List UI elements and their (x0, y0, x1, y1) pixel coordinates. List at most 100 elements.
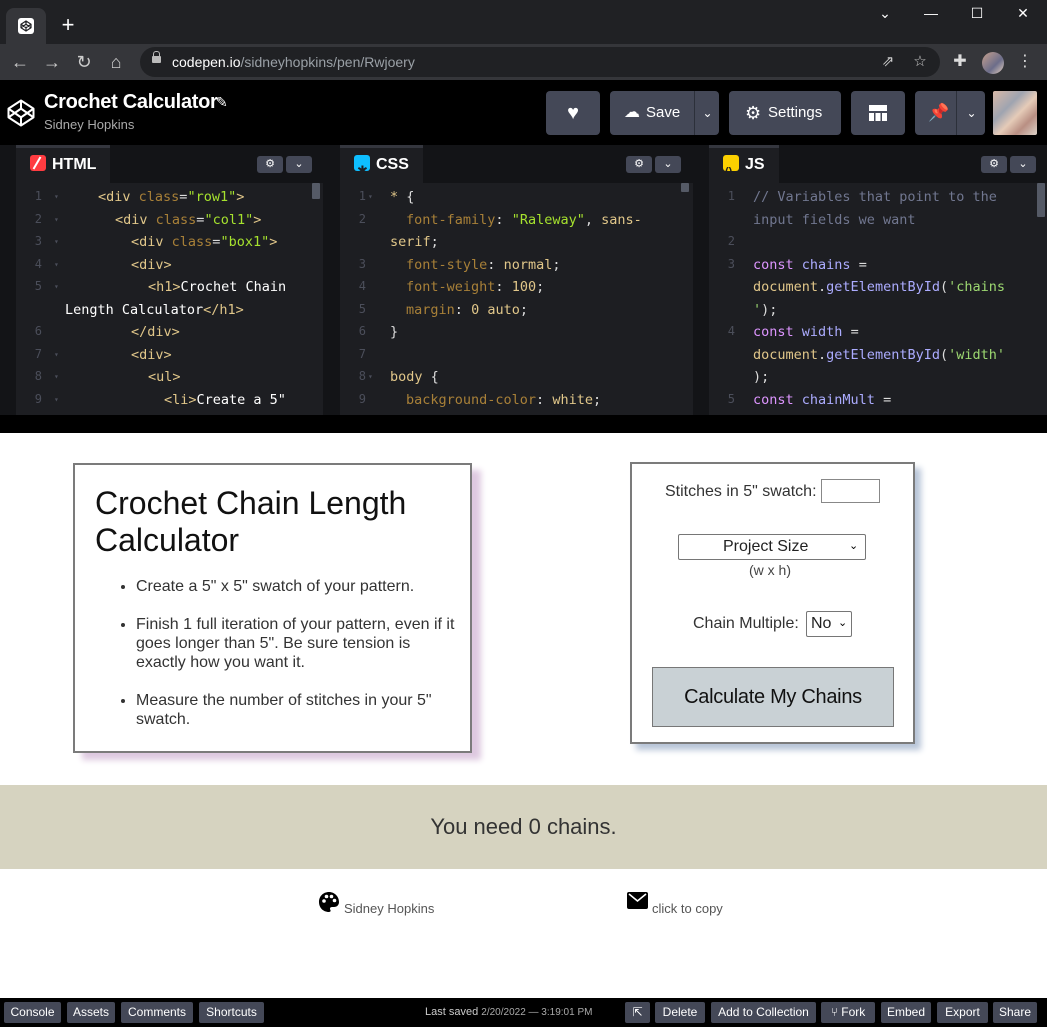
fork-button[interactable]: ⑂ Fork (821, 1002, 875, 1023)
gear-icon: ⚙ (745, 103, 762, 123)
save-button[interactable]: ☁ Save ⌄ (610, 91, 719, 135)
close-window-button[interactable]: ✕ (1000, 0, 1046, 28)
edit-pencil-icon[interactable]: ✎ (216, 94, 228, 111)
shortcuts-button[interactable]: Shortcuts (199, 1002, 264, 1023)
change-view-button[interactable] (851, 91, 905, 135)
home-icon[interactable]: ⌂ (104, 50, 128, 74)
html-editor[interactable]: HTML ⚙ ⌄ 1 ▾ 2 ▾ 3 ▾ 4 ▾ 5 ▾ 6 7 ▾ 8 ▾ 9 ▾ <div … (16, 145, 323, 415)
forward-arrow-icon[interactable]: → (40, 50, 64, 74)
share-icon[interactable]: ⇗ (878, 52, 898, 72)
tab-search-icon[interactable]: ⌄ (862, 0, 908, 28)
html-settings-gear-icon[interactable]: ⚙ (257, 156, 283, 173)
browser-menu-icon[interactable]: ⋮ (1015, 52, 1035, 72)
html-chevron-down-icon[interactable]: ⌄ (286, 156, 312, 173)
save-chevron-down-icon[interactable]: ⌄ (696, 91, 719, 135)
calculator-heading: Crochet Chain Length Calculator (95, 485, 407, 558)
new-tab-button[interactable]: + (56, 14, 80, 38)
instructions-list: Create a 5" x 5" swatch of your pattern.… (136, 577, 458, 748)
comments-button[interactable]: Comments (121, 1002, 193, 1023)
html-tab-label: HTML (52, 156, 97, 173)
embed-button[interactable]: Embed (881, 1002, 931, 1023)
html-code[interactable]: 1 ▾ 2 ▾ 3 ▾ 4 ▾ 5 ▾ 6 7 ▾ 8 ▾ 9 ▾ <div class="ro… (16, 183, 323, 415)
layout-grid-icon (869, 105, 887, 121)
palette-icon (319, 892, 339, 912)
css-tab[interactable]: ✱ CSS (340, 145, 423, 183)
pen-author[interactable]: Sidney Hopkins (44, 117, 134, 132)
project-size-select[interactable]: Project Size ⌄ (678, 534, 866, 560)
codepen-logo-icon[interactable] (6, 98, 36, 128)
css-tab-label: CSS (376, 156, 409, 173)
export-button[interactable]: Export (937, 1002, 988, 1023)
css-scrollbar[interactable] (681, 183, 689, 192)
reload-icon[interactable]: ↻ (72, 50, 96, 74)
browser-toolbar: ← → ↻ ⌂ codepen.io/sidneyhopkins/pen/Rwj… (0, 44, 1047, 80)
profile-avatar[interactable] (982, 52, 1004, 74)
envelope-icon (627, 892, 648, 909)
js-icon: () (723, 155, 739, 178)
select-chevron-down-icon: ⌄ (838, 617, 848, 629)
css-chevron-down-icon[interactable]: ⌄ (655, 156, 681, 173)
js-settings-gear-icon[interactable]: ⚙ (981, 156, 1007, 173)
pin-chevron-down-icon[interactable]: ⌄ (958, 91, 985, 135)
console-button[interactable]: Console (4, 1002, 61, 1023)
instruction-item: Finish 1 full iteration of your pattern,… (136, 615, 458, 672)
url-text: codepen.io/sidneyhopkins/pen/Rwjoery (172, 54, 415, 70)
delete-button[interactable]: Delete (655, 1002, 705, 1023)
js-chevron-down-icon[interactable]: ⌄ (1010, 156, 1036, 173)
chain-multiple-select[interactable]: No ⌄ (806, 611, 852, 637)
browser-tabstrip: + ⌄ — ☐ ✕ (0, 0, 1047, 44)
instructions-box: Crochet Chain Length Calculator Create a… (73, 463, 472, 753)
js-scrollbar[interactable] (1037, 183, 1045, 217)
html-scrollbar[interactable] (312, 183, 320, 199)
minimize-button[interactable]: — (908, 0, 954, 28)
last-saved-status: Last saved 2/20/2022 — 3:19:01 PM (425, 1006, 592, 1018)
browser-tab-codepen[interactable] (6, 8, 46, 44)
maximize-button[interactable]: ☐ (954, 0, 1000, 28)
css-code[interactable]: 1 ▾ 2 3 4 5 6 7 8 ▾ 9 * { font-family: "Ra… (340, 183, 693, 415)
extensions-puzzle-icon[interactable]: ✚ (950, 52, 970, 72)
pin-button[interactable]: 📌 ⌄ (915, 91, 985, 135)
open-external-icon[interactable]: ⇱ (625, 1002, 650, 1023)
instruction-item: Measure the number of stitches in your 5… (136, 691, 458, 729)
bookmark-star-icon[interactable]: ☆ (910, 52, 930, 72)
settings-button[interactable]: ⚙ Settings (729, 91, 841, 135)
stitches-label: Stitches in 5" swatch: (665, 483, 817, 500)
stitches-input[interactable] (821, 479, 880, 503)
html-icon (30, 155, 46, 171)
assets-button[interactable]: Assets (67, 1002, 115, 1023)
pen-title[interactable]: Crochet Calculator (44, 91, 218, 114)
css-editor[interactable]: ✱ CSS ⚙ ⌄ 1 ▾ 2 3 4 5 6 7 8 ▾ 9 * { font-fa… (340, 145, 693, 415)
footer-author-name: Sidney Hopkins (344, 901, 435, 916)
codepen-favicon-icon (18, 18, 34, 34)
css-settings-gear-icon[interactable]: ⚙ (626, 156, 652, 173)
js-code[interactable]: 1 2 3 4 5 // Variables that point to the… (709, 183, 1047, 415)
js-editor[interactable]: () JS ⚙ ⌄ 1 2 3 4 5 // Variables that poi… (709, 145, 1047, 415)
last-saved-label: Last saved (425, 1006, 479, 1018)
footer-email-label: click to copy (652, 901, 723, 916)
calculate-button[interactable]: Calculate My Chains (652, 667, 894, 727)
project-size-hint: (w x h) (749, 562, 791, 578)
lock-icon (152, 51, 161, 63)
save-label: Save (646, 104, 681, 121)
share-button[interactable]: Share (993, 1002, 1037, 1023)
url-path: /sidneyhopkins/pen/Rwjoery (240, 54, 415, 70)
js-tab-label: JS (745, 156, 765, 173)
add-to-collection-button[interactable]: Add to Collection (711, 1002, 816, 1023)
heart-button[interactable]: ♥ (546, 91, 600, 135)
codepen-bottom-bar: Console Assets Comments Shortcuts Last s… (0, 998, 1047, 1027)
last-saved-time: 2/20/2022 — 3:19:01 PM (481, 1007, 593, 1018)
result-preview: Crochet Chain Length Calculator Create a… (0, 433, 1047, 998)
chain-multiple-value: No (811, 615, 832, 632)
editor-resize-bar[interactable] (0, 415, 1047, 433)
codepen-header: Crochet Calculator ✎ Sidney Hopkins ♥ ☁ … (0, 80, 1047, 145)
html-tab[interactable]: HTML (16, 145, 111, 183)
address-bar[interactable]: codepen.io/sidneyhopkins/pen/Rwjoery ⇗ ☆ (140, 47, 940, 77)
back-arrow-icon[interactable]: ← (8, 50, 32, 74)
calculator-form: Stitches in 5" swatch: Project Size ⌄ (w… (630, 462, 915, 744)
user-avatar[interactable] (993, 91, 1037, 135)
css-icon: ✱ (354, 155, 370, 178)
result-text: You need 0 chains. (0, 785, 1047, 869)
js-tab[interactable]: () JS (709, 145, 779, 183)
instruction-item: Create a 5" x 5" swatch of your pattern. (136, 577, 458, 596)
fork-icon: ⑂ (830, 1005, 838, 1019)
